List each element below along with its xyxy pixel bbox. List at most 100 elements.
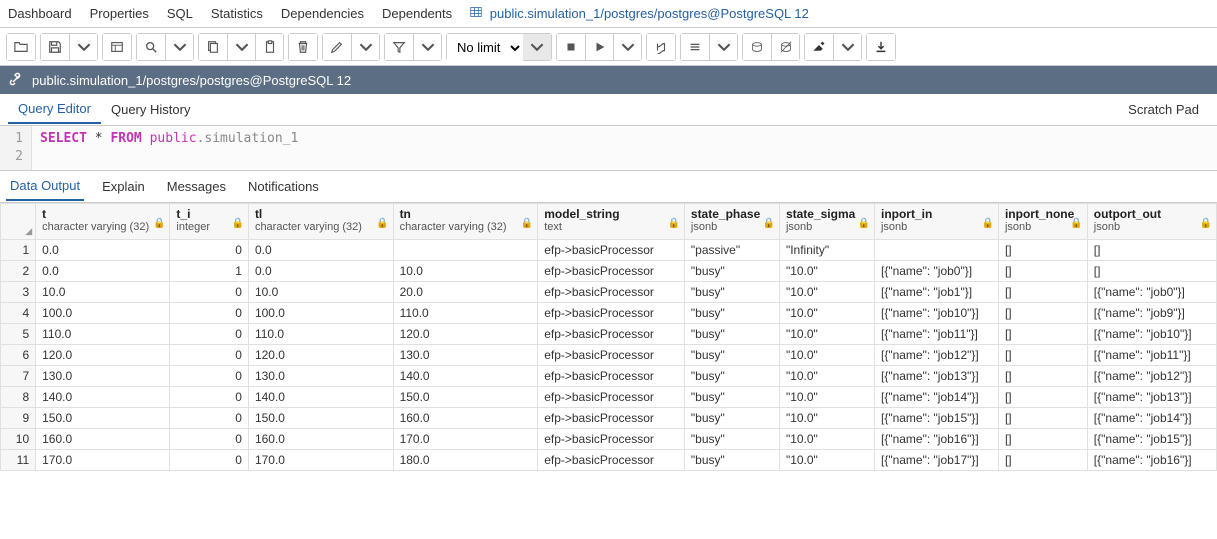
cell[interactable]: "10.0" xyxy=(779,324,874,345)
cell[interactable]: "busy" xyxy=(684,261,779,282)
paste-button[interactable] xyxy=(255,34,283,60)
cell[interactable]: "10.0" xyxy=(779,366,874,387)
cell[interactable]: 10.0 xyxy=(36,282,170,303)
cell[interactable]: efp->basicProcessor xyxy=(538,450,685,471)
cell[interactable]: 120.0 xyxy=(248,345,393,366)
cell[interactable]: 170.0 xyxy=(36,450,170,471)
column-header[interactable]: inport_nonejsonb🔒 xyxy=(998,204,1087,240)
cell[interactable]: "passive" xyxy=(684,240,779,261)
tab-sql[interactable]: SQL xyxy=(167,2,193,25)
row-number[interactable]: 11 xyxy=(1,450,36,471)
tab-explain[interactable]: Explain xyxy=(98,173,149,200)
cell[interactable]: 0 xyxy=(170,366,249,387)
cell[interactable]: 160.0 xyxy=(36,429,170,450)
find-dropdown[interactable] xyxy=(165,34,193,60)
cell[interactable]: 0 xyxy=(170,240,249,261)
cell[interactable]: [{"name": "job16"}] xyxy=(874,429,998,450)
tab-scratch-pad[interactable]: Scratch Pad xyxy=(1118,96,1209,123)
cell[interactable]: 150.0 xyxy=(248,408,393,429)
column-header[interactable]: model_stringtext🔒 xyxy=(538,204,685,240)
cell[interactable]: 0 xyxy=(170,345,249,366)
cell[interactable]: [{"name": "job1"}] xyxy=(874,282,998,303)
table-row[interactable]: 4100.00100.0110.0efp->basicProcessor"bus… xyxy=(1,303,1217,324)
cell[interactable]: 140.0 xyxy=(393,366,538,387)
cell[interactable]: [] xyxy=(998,303,1087,324)
cell[interactable]: [{"name": "job15"}] xyxy=(1087,429,1216,450)
cell[interactable]: "Infinity" xyxy=(779,240,874,261)
open-file-button[interactable] xyxy=(7,34,35,60)
cell[interactable]: efp->basicProcessor xyxy=(538,261,685,282)
cell[interactable]: "busy" xyxy=(684,345,779,366)
cell[interactable]: [{"name": "job13"}] xyxy=(1087,387,1216,408)
cell[interactable]: efp->basicProcessor xyxy=(538,387,685,408)
table-row[interactable]: 7130.00130.0140.0efp->basicProcessor"bus… xyxy=(1,366,1217,387)
cell[interactable]: [] xyxy=(1087,240,1216,261)
tab-dependencies[interactable]: Dependencies xyxy=(281,2,364,25)
cell[interactable]: "10.0" xyxy=(779,282,874,303)
cell[interactable]: "busy" xyxy=(684,429,779,450)
cell[interactable]: efp->basicProcessor xyxy=(538,366,685,387)
cell[interactable]: "busy" xyxy=(684,387,779,408)
cell[interactable]: [] xyxy=(1087,261,1216,282)
cell[interactable]: efp->basicProcessor xyxy=(538,408,685,429)
column-header[interactable]: tcharacter varying (32)🔒 xyxy=(36,204,170,240)
row-number[interactable]: 5 xyxy=(1,324,36,345)
copy-button[interactable] xyxy=(199,34,227,60)
cell[interactable]: 0.0 xyxy=(248,240,393,261)
cell[interactable]: "busy" xyxy=(684,324,779,345)
row-number[interactable]: 2 xyxy=(1,261,36,282)
table-row[interactable]: 11170.00170.0180.0efp->basicProcessor"bu… xyxy=(1,450,1217,471)
cell[interactable]: [] xyxy=(998,429,1087,450)
download-button[interactable] xyxy=(867,34,895,60)
tab-data-output[interactable]: Data Output xyxy=(6,172,84,201)
column-header[interactable]: state_sigmajsonb🔒 xyxy=(779,204,874,240)
cell[interactable]: 0 xyxy=(170,324,249,345)
cell[interactable]: [{"name": "job0"}] xyxy=(874,261,998,282)
row-number[interactable]: 9 xyxy=(1,408,36,429)
cell[interactable]: 130.0 xyxy=(36,366,170,387)
cell[interactable]: 0.0 xyxy=(36,240,170,261)
cell[interactable]: "busy" xyxy=(684,282,779,303)
cell[interactable]: "10.0" xyxy=(779,429,874,450)
cell[interactable]: 0.0 xyxy=(36,261,170,282)
row-corner[interactable] xyxy=(1,204,36,240)
explain-analyze-button[interactable] xyxy=(681,34,709,60)
cell[interactable]: 130.0 xyxy=(248,366,393,387)
execute-button[interactable] xyxy=(585,34,613,60)
column-header[interactable]: inport_injsonb🔒 xyxy=(874,204,998,240)
rollback-button[interactable] xyxy=(771,34,799,60)
cell[interactable]: 130.0 xyxy=(393,345,538,366)
cell[interactable]: 110.0 xyxy=(393,303,538,324)
cell[interactable]: 0 xyxy=(170,303,249,324)
tab-query-editor[interactable]: Query Editor xyxy=(8,95,101,124)
explain-analyze-dropdown[interactable] xyxy=(709,34,737,60)
cell[interactable]: 0 xyxy=(170,408,249,429)
cell[interactable]: [] xyxy=(998,282,1087,303)
cell[interactable]: "10.0" xyxy=(779,450,874,471)
cell[interactable]: [{"name": "job16"}] xyxy=(1087,450,1216,471)
cell[interactable]: 0 xyxy=(170,282,249,303)
cell[interactable]: 150.0 xyxy=(36,408,170,429)
table-row[interactable]: 8140.00140.0150.0efp->basicProcessor"bus… xyxy=(1,387,1217,408)
cell[interactable]: "busy" xyxy=(684,450,779,471)
table-row[interactable]: 20.010.010.0efp->basicProcessor"busy""10… xyxy=(1,261,1217,282)
row-number[interactable]: 8 xyxy=(1,387,36,408)
cell[interactable]: 140.0 xyxy=(36,387,170,408)
cell[interactable]: efp->basicProcessor xyxy=(538,429,685,450)
cell[interactable]: efp->basicProcessor xyxy=(538,303,685,324)
table-row[interactable]: 5110.00110.0120.0efp->basicProcessor"bus… xyxy=(1,324,1217,345)
filter-button[interactable] xyxy=(385,34,413,60)
cell[interactable]: [] xyxy=(998,261,1087,282)
table-row[interactable]: 9150.00150.0160.0efp->basicProcessor"bus… xyxy=(1,408,1217,429)
cell[interactable]: [{"name": "job11"}] xyxy=(874,324,998,345)
tab-dependents[interactable]: Dependents xyxy=(382,2,452,25)
cell[interactable]: [] xyxy=(998,345,1087,366)
save-dropdown[interactable] xyxy=(69,34,97,60)
row-number[interactable]: 6 xyxy=(1,345,36,366)
sql-code[interactable]: SELECT * FROM public.simulation_1 xyxy=(32,126,306,170)
cell[interactable]: 0.0 xyxy=(248,261,393,282)
cell[interactable]: 170.0 xyxy=(248,450,393,471)
table-row[interactable]: 10.000.0efp->basicProcessor"passive""Inf… xyxy=(1,240,1217,261)
find-button[interactable] xyxy=(137,34,165,60)
column-header[interactable]: tncharacter varying (32)🔒 xyxy=(393,204,538,240)
